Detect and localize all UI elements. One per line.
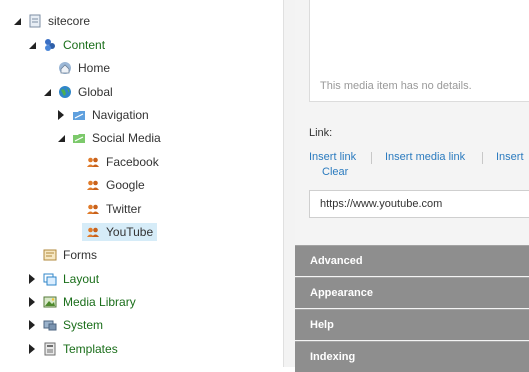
tree-item-label: Content [63,38,106,52]
tree-item-label: Templates [63,342,118,356]
section-appearance[interactable]: Appearance [295,277,529,308]
tree-item-content[interactable]: Content [27,34,105,56]
tree-item-sitecore[interactable]: sitecore [12,10,90,32]
tree-item-twitter[interactable]: Twitter [70,198,141,220]
media-details-box: This media item has no details. [309,0,529,102]
tree-item-label: Google [106,178,145,192]
section-indexing[interactable]: Indexing [295,341,529,372]
tree-item-google[interactable]: Google [70,174,145,196]
separator [482,152,483,164]
tree-item-system[interactable]: System [27,314,103,336]
collapse-toggle-icon[interactable] [27,40,37,50]
navigation-folder-icon [72,108,86,122]
insert-media-link-button[interactable]: Insert media link [385,151,465,163]
tree-item-label: Social Media [92,131,161,145]
content-people-icon [43,38,57,52]
tree-item-label: Home [78,61,111,75]
collapse-toggle-icon[interactable] [42,87,52,97]
templates-icon [43,342,57,356]
page-icon [28,14,42,28]
user-group-icon [86,178,100,192]
social-folder-icon [72,131,86,145]
section-advanced[interactable]: Advanced [295,245,529,276]
tree-item-label: Twitter [106,202,142,216]
expand-toggle-icon[interactable] [56,110,66,120]
system-icon [43,318,57,332]
user-group-icon [86,225,100,239]
item-editor-panel: This media item has no details. Link: In… [295,0,529,372]
tree-item-home[interactable]: Home [42,57,110,79]
insert-link-button[interactable]: Insert link [309,151,356,163]
forms-icon [43,248,57,262]
tree-item-facebook[interactable]: Facebook [70,151,159,173]
tree-item-youtube[interactable]: YouTube [70,221,158,243]
media-library-icon [43,295,57,309]
tree-item-label: YouTube [106,225,154,239]
expand-toggle-icon[interactable] [27,320,37,330]
tree-item-label: Facebook [106,155,159,169]
globe-icon [58,85,72,99]
tree-item-label: Navigation [92,108,149,122]
separator [371,152,372,164]
insert-external-link-button[interactable]: Insert [496,151,524,163]
section-help[interactable]: Help [295,309,529,340]
user-group-icon [86,202,100,216]
tree-item-global[interactable]: Global [42,81,113,103]
tree-item-layout[interactable]: Layout [27,268,99,290]
expand-toggle-icon[interactable] [27,297,37,307]
tree-item-navigation[interactable]: Navigation [56,104,149,126]
layout-icon [43,272,57,286]
tree-item-label: Global [78,85,113,99]
tree-item-templates[interactable]: Templates [27,338,118,360]
tree-item-label: System [63,318,104,332]
user-group-icon [86,155,100,169]
selected-highlight: YouTube [82,223,158,241]
content-tree: sitecore Content Home Global Navigation [0,0,283,367]
tree-item-social-media[interactable]: Social Media [56,127,161,149]
tree-item-label: sitecore [48,14,91,28]
collapse-toggle-icon[interactable] [12,16,22,26]
link-field-label: Link: [309,127,333,139]
expand-toggle-icon[interactable] [27,344,37,354]
media-details-message: This media item has no details. [320,80,472,92]
link-url-input[interactable] [309,190,529,218]
expand-toggle-icon[interactable] [27,274,37,284]
tree-item-label: Forms [63,248,97,262]
collapse-toggle-icon[interactable] [56,133,66,143]
home-globe-icon [58,61,72,75]
tree-item-label: Media Library [63,295,136,309]
tree-item-forms[interactable]: Forms [27,244,97,266]
tree-item-label: Layout [63,272,100,286]
tree-item-media-library[interactable]: Media Library [27,291,136,313]
clear-link-button[interactable]: Clear [322,166,348,178]
